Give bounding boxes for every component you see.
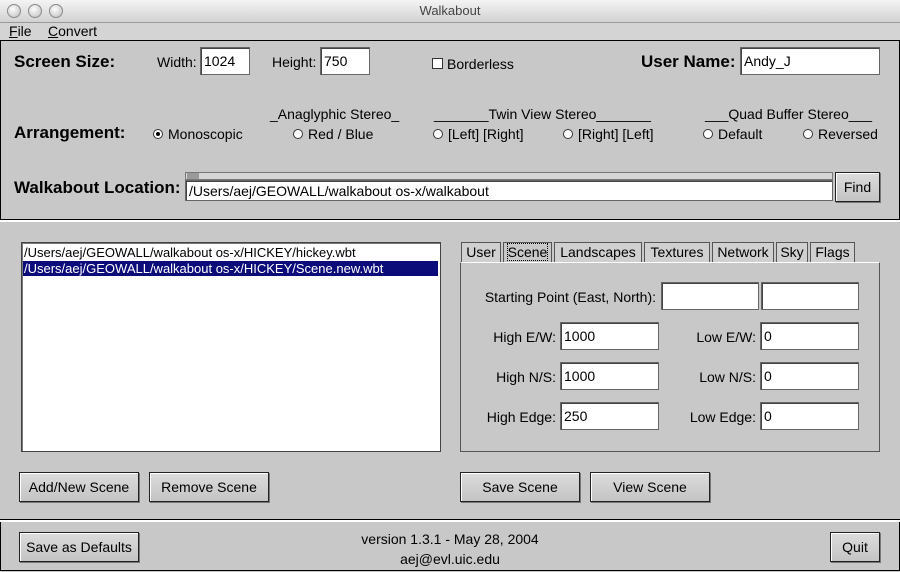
arrangement-label: Arrangement: (14, 123, 126, 142)
low-ns-field[interactable]: 0 (760, 362, 859, 390)
tab-landscapes[interactable]: Landscapes (554, 242, 642, 262)
borderless-label: Borderless (447, 56, 514, 72)
tab-textures[interactable]: Textures (644, 242, 710, 262)
menu-file-rest: ile (17, 23, 32, 39)
save-as-defaults-button[interactable]: Save as Defaults (19, 532, 139, 562)
tab-sky[interactable]: Sky (776, 242, 808, 262)
version-text: version 1.3.1 - May 28, 2004 (361, 531, 539, 547)
radio-left-right-label: [Left] [Right] (448, 126, 524, 142)
list-item-selected[interactable]: /Users/aej/GEOWALL/walkabout os-x/HICKEY… (23, 261, 438, 276)
location-scroll-thumb[interactable] (187, 173, 199, 179)
menu-file-mnemonic: F (9, 23, 18, 39)
tab-network-label: Network (717, 244, 769, 260)
tab-sky-label: Sky (780, 244, 804, 260)
height-field[interactable]: 750 (320, 47, 370, 75)
location-field[interactable]: /Users/aej/GEOWALL/walkabout os-x/walkab… (185, 180, 833, 201)
user-name-label: User Name: (641, 52, 736, 71)
width-field[interactable]: 1024 (200, 47, 250, 75)
tab-user[interactable]: User (461, 242, 501, 262)
radio-monoscopic[interactable] (153, 129, 163, 139)
high-ew-label: High E/W: (493, 329, 556, 345)
radio-red-blue[interactable] (293, 129, 303, 139)
email-text: aej@evl.uic.edu (400, 551, 500, 567)
add-new-scene-button[interactable]: Add/New Scene (19, 472, 139, 502)
anaglyphic-header: _Anaglyphic Stereo_ (270, 106, 400, 122)
save-scene-button[interactable]: Save Scene (460, 472, 580, 502)
twinview-header: _______Twin View Stereo_______ (434, 106, 651, 122)
radio-left-right[interactable] (433, 129, 443, 139)
location-label: Walkabout Location: (14, 178, 181, 197)
list-item[interactable]: /Users/aej/GEOWALL/walkabout os-x/HICKEY… (23, 245, 438, 260)
menu-bar (0, 23, 900, 41)
tab-textures-label: Textures (650, 244, 704, 260)
tab-flags-label: Flags (815, 244, 850, 260)
low-edge-label: Low Edge: (689, 409, 756, 425)
high-edge-field[interactable]: 250 (560, 402, 659, 430)
menu-convert-mnemonic: C (48, 23, 59, 39)
starting-east-field[interactable] (661, 282, 759, 310)
radio-red-blue-label: Red / Blue (308, 126, 374, 142)
low-edge-field[interactable]: 0 (760, 402, 859, 430)
high-ew-field[interactable]: 1000 (560, 322, 659, 350)
tab-flags[interactable]: Flags (810, 242, 855, 262)
remove-scene-button[interactable]: Remove Scene (149, 472, 269, 502)
radio-monoscopic-label: Monoscopic (168, 126, 243, 142)
borderless-checkbox[interactable] (432, 58, 443, 69)
height-label: Height: (272, 54, 317, 70)
low-ns-label: Low N/S: (699, 369, 756, 385)
low-ew-label: Low E/W: (696, 329, 756, 345)
starting-north-field[interactable] (761, 282, 859, 310)
high-ns-field[interactable]: 1000 (560, 362, 659, 390)
high-ns-label: High N/S: (496, 369, 556, 385)
tab-scene[interactable]: Scene (503, 242, 552, 262)
location-scrollbar[interactable] (185, 172, 833, 180)
radio-right-left[interactable] (563, 129, 573, 139)
tab-network[interactable]: Network (712, 242, 774, 262)
menu-file[interactable]: File (9, 23, 32, 39)
menu-convert[interactable]: Convert (48, 23, 97, 39)
low-ew-field[interactable]: 0 (760, 322, 859, 350)
panel-separator (0, 220, 900, 222)
tab-user-label: User (466, 244, 496, 260)
window-title: Walkabout (419, 3, 481, 18)
user-name-field[interactable]: Andy_J (740, 47, 880, 75)
tab-scene-label: Scene (506, 243, 549, 261)
screen-size-label: Screen Size: (14, 52, 116, 71)
starting-point-label: Starting Point (East, North): (484, 289, 656, 305)
find-button[interactable]: Find (835, 172, 880, 202)
quit-button[interactable]: Quit (830, 532, 880, 562)
width-label: Width: (157, 54, 197, 70)
radio-reversed[interactable] (803, 129, 813, 139)
radio-default[interactable] (703, 129, 713, 139)
view-scene-button[interactable]: View Scene (590, 472, 710, 502)
radio-default-label: Default (718, 126, 763, 142)
radio-reversed-label: Reversed (818, 126, 878, 142)
menu-convert-rest: onvert (58, 23, 98, 39)
radio-right-left-label: [Right] [Left] (578, 126, 654, 142)
tab-landscapes-label: Landscapes (560, 244, 636, 260)
high-edge-label: High Edge: (486, 409, 556, 425)
quadbuffer-header: ___Quad Buffer Stereo___ (705, 106, 873, 122)
